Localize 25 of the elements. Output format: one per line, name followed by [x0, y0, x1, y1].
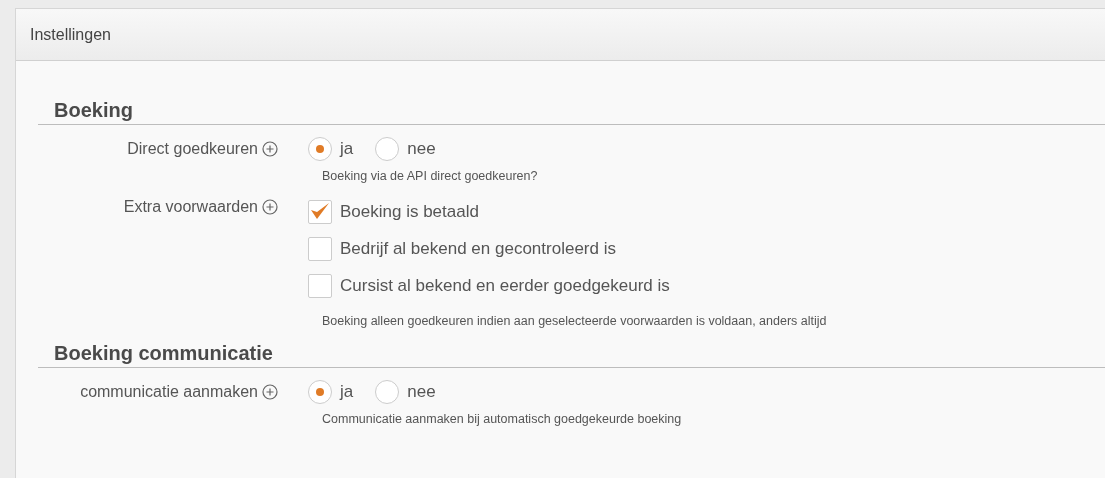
- radio-option[interactable]: nee: [375, 380, 436, 404]
- plus-circle-icon[interactable]: [262, 384, 278, 400]
- plus-circle-icon[interactable]: [262, 141, 278, 157]
- help-text: Boeking via de API direct goedkeuren?: [321, 168, 539, 183]
- checkbox-option[interactable]: Boeking is betaald: [308, 199, 479, 224]
- radio-button[interactable]: [375, 380, 400, 404]
- checkbox[interactable]: [308, 273, 332, 298]
- radio-option[interactable]: nee: [375, 137, 436, 161]
- radio-button[interactable]: [308, 380, 332, 404]
- help-text: Communicatie aanmaken bij automatisch goedgekeurde boeking: [321, 411, 683, 426]
- section-heading: Boeking communicatie: [38, 342, 1105, 368]
- checkbox-option[interactable]: Bedrijf al bekend en gecontroleerd is: [308, 236, 616, 261]
- checkbox-option[interactable]: Cursist al bekend en eerder goedgekeurd is: [308, 273, 670, 298]
- help-text: Boeking alleen goedkeuren indien aan geselecteerde voorwaarden is voldaan, anders altijd: [321, 313, 828, 330]
- radio-button[interactable]: [308, 137, 332, 161]
- field-label: Extra voorwaarden: [123, 198, 258, 216]
- field-label: communicatie aanmaken: [80, 383, 258, 401]
- radio-option[interactable]: ja: [308, 137, 354, 161]
- checkbox[interactable]: [308, 199, 332, 224]
- plus-circle-icon[interactable]: [262, 199, 278, 215]
- radio-button[interactable]: [375, 137, 400, 161]
- radio-option[interactable]: ja: [308, 380, 354, 404]
- section-heading: Boeking: [38, 99, 1105, 125]
- field-label: Direct goedkeuren: [127, 140, 258, 158]
- checkbox[interactable]: [308, 236, 332, 261]
